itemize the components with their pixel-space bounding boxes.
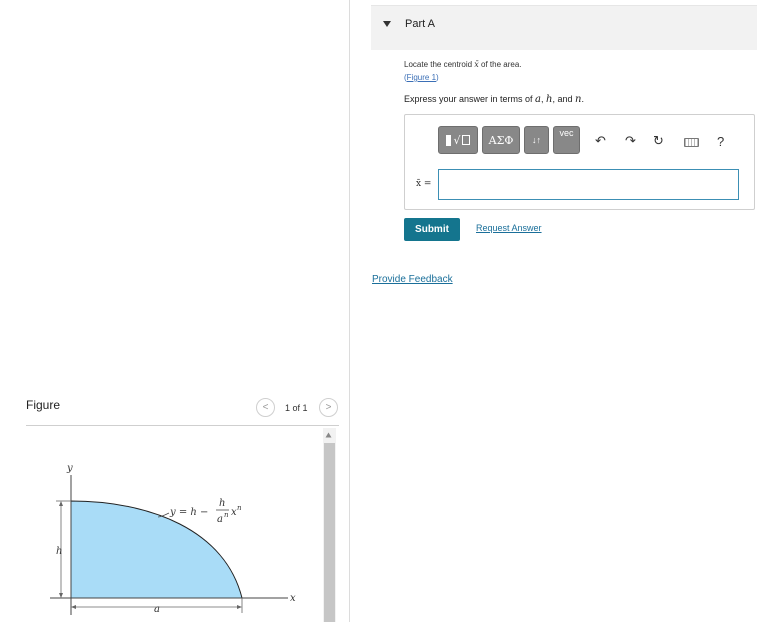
vector-button[interactable]: vec [553,126,580,154]
math-toolbar: √ ΑΣΦ ↓↑ vec [438,126,584,154]
figure-link-text[interactable]: Figure 1 [407,73,436,82]
answer-label: x̄ = [416,179,432,189]
part-title: Part A [405,18,435,30]
prev-figure-button[interactable]: < [256,398,275,417]
scroll-thumb[interactable] [324,443,335,622]
curve-denominator: a [217,514,223,525]
scroll-up-icon[interactable] [325,432,332,438]
answer-input[interactable] [438,169,739,200]
question-prompt: Locate the centroid x̄ of the area. [404,60,522,69]
request-answer-link[interactable]: Request Answer [476,223,542,233]
curve-variable-exponent: n [237,504,242,512]
help-button[interactable]: ? [717,134,724,149]
templates-button[interactable]: √ [438,126,478,154]
y-axis-label: y [66,463,73,474]
curve-lhs: y = h − [169,507,208,518]
template-box-icon [461,135,470,145]
a-dim-arrow-right [237,605,242,609]
h-dim-arrow-top [59,501,63,506]
template-square-icon [446,134,452,146]
express-instruction: Express your answer in terms of a, h, an… [404,94,584,105]
figure-divider [26,425,339,426]
part-a-header[interactable]: Part A [371,5,757,50]
sep-2: , and [552,94,576,104]
provide-feedback-link[interactable]: Provide Feedback [372,274,453,285]
figure-link[interactable]: (Figure 1) [404,73,439,82]
reset-icon[interactable]: ↻ [653,133,664,149]
a-dim-arrow-left [71,605,76,609]
pane-divider [349,0,350,622]
prompt-suffix: of the area. [478,60,522,69]
keyboard-icon[interactable] [684,138,699,147]
a-dim-label: a [154,604,160,615]
figure-diagram: y x h a y = h − h a n x n [50,463,296,615]
answer-box: √ ΑΣΦ ↓↑ vec ↶ ↷ ↻ ? x̄ = [404,114,755,210]
prompt-text: Locate the centroid [404,60,475,69]
curve-numerator: h [219,498,225,509]
h-dim-arrow-bottom [59,593,63,598]
redo-icon[interactable]: ↷ [625,133,636,149]
h-dim-label: h [56,546,62,557]
greek-symbols-button[interactable]: ΑΣΦ [482,126,520,154]
express-end: . [581,94,584,104]
sqrt-icon: √ [453,133,461,147]
x-axis-label: x [290,593,296,604]
express-prefix: Express your answer in terms of [404,94,536,104]
figure-pager: 1 of 1 [285,403,308,413]
curve-denominator-exponent: n [224,511,229,519]
figure-title: Figure [26,398,61,412]
submit-button[interactable]: Submit [404,218,460,241]
undo-icon[interactable]: ↶ [595,133,606,149]
arrows-button[interactable]: ↓↑ [524,126,549,154]
caret-down-icon[interactable] [383,21,391,27]
figure-scrollbar[interactable] [323,428,336,622]
next-figure-button[interactable]: > [319,398,338,417]
